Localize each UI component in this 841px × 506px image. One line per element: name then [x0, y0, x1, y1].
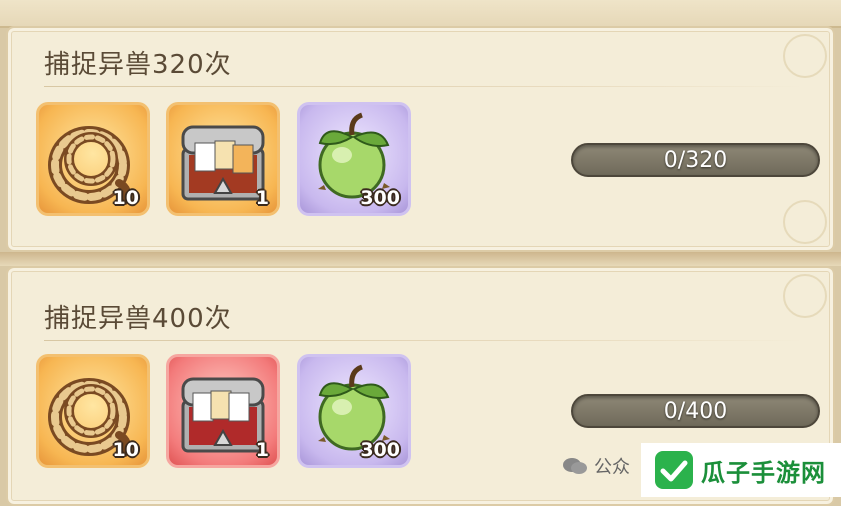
wechat-icon	[562, 456, 588, 476]
watermark: 公众	[562, 452, 630, 480]
corner-ornament	[783, 200, 827, 244]
reward-quantity: 10	[112, 439, 139, 461]
reward-quantity: 300	[360, 439, 400, 461]
corner-ornament	[783, 274, 827, 318]
progress-text: 0/400	[663, 399, 728, 424]
brand-name: 瓜子手游网	[701, 458, 826, 487]
progress-bar: 0/400	[571, 394, 820, 428]
reward-quantity: 1	[255, 187, 269, 209]
card-gap	[0, 252, 841, 266]
reward-item[interactable]: 10	[36, 354, 150, 468]
reward-item[interactable]: 10	[36, 102, 150, 216]
reward-item[interactable]: 1	[166, 102, 280, 216]
reward-quantity: 10	[112, 187, 139, 209]
brand-banner: 瓜子手游网	[641, 443, 841, 497]
quest-title: 捕捉异兽400次	[44, 304, 232, 334]
reward-item[interactable]: 300	[297, 102, 411, 216]
reward-item[interactable]: 1	[166, 354, 280, 468]
brand-logo-icon	[655, 451, 693, 489]
progress-bar: 0/320	[571, 143, 820, 177]
reward-quantity: 1	[255, 439, 269, 461]
reward-item[interactable]: 300	[297, 354, 411, 468]
quest-card: 捕捉异兽320次 10 1 300 0/320	[6, 26, 835, 252]
quest-title: 捕捉异兽320次	[44, 50, 232, 80]
progress-text: 0/320	[663, 148, 728, 173]
title-divider	[44, 86, 804, 87]
title-divider	[44, 340, 804, 341]
watermark-text: 公众	[594, 457, 630, 478]
previous-card-edge	[0, 0, 841, 28]
reward-quantity: 300	[360, 187, 400, 209]
corner-ornament	[783, 34, 827, 78]
